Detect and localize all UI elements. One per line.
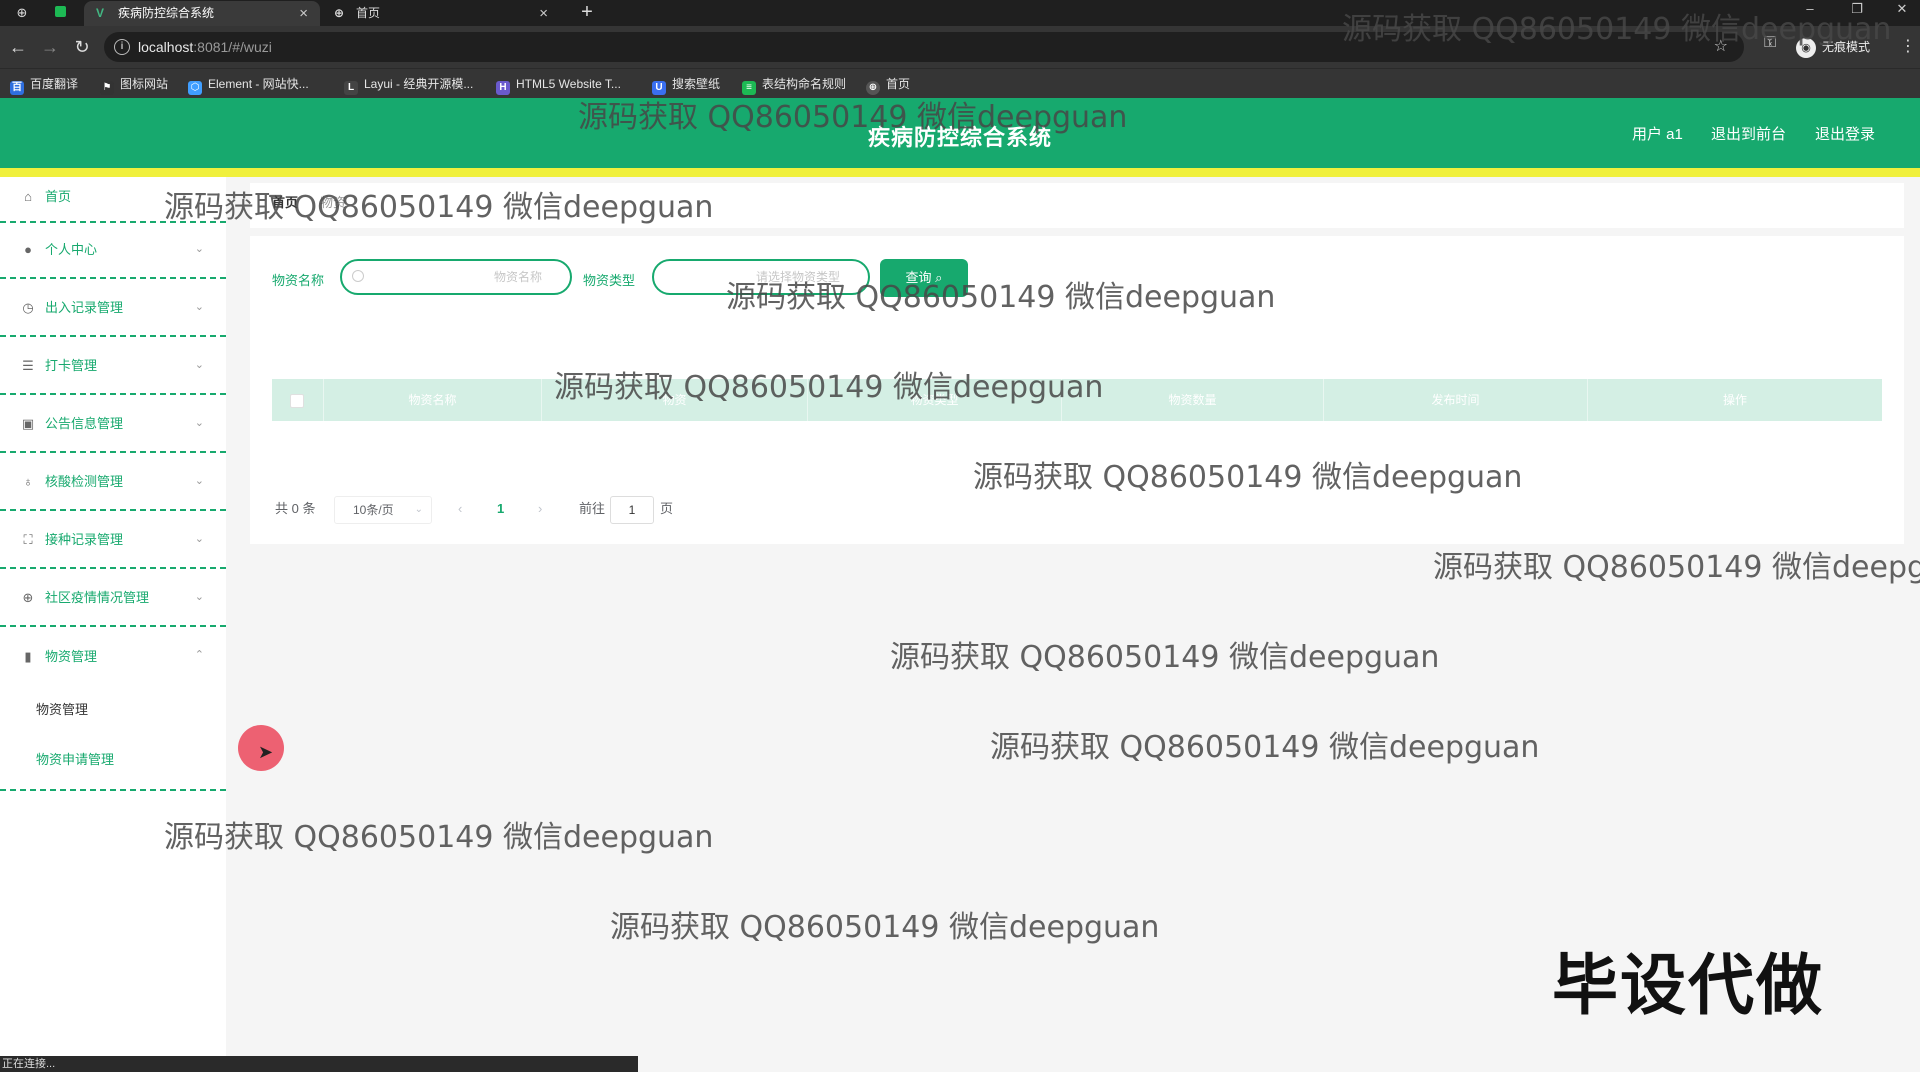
layui-icon: L <box>344 81 358 95</box>
logout-link[interactable]: 退出登录 <box>1815 123 1875 144</box>
url-text: localhost:8081/#/wuzi <box>138 39 272 55</box>
sidebar-item-supplies[interactable]: ▮ 物资管理 ⌃ 物资管理 物资申请管理 <box>0 629 226 791</box>
chevron-down-icon: ⌄ <box>194 359 204 371</box>
watermark: 源码获取 QQ86050149 微信deepguan <box>973 460 1523 495</box>
next-page-icon[interactable]: › <box>538 494 542 524</box>
bookmark-item[interactable]: 百百度翻译 <box>10 69 78 99</box>
sidebar: ⌂ 首页 ● 个人中心 ⌄ ◷ 出入记录管理 ⌄ ☰ 打卡管理 ⌄ ▣ 公告信息… <box>0 177 226 1072</box>
bookmark-item[interactable]: ⬡ Element - 网站快... <box>188 69 309 99</box>
tab-home[interactable]: ⊕ 首页 × <box>322 1 560 26</box>
chevron-down-icon: ⌄ <box>194 243 204 255</box>
home-icon: ⌂ <box>24 189 32 204</box>
bookmark-item[interactable]: L Layui - 经典开源模... <box>344 69 473 99</box>
globe-icon: ⊕ <box>22 590 34 605</box>
name-search-input[interactable]: 物资名称 <box>340 259 572 295</box>
name-label: 物资名称 <box>272 273 325 288</box>
mouse-cursor-icon: ➤ <box>258 742 274 762</box>
goto-label: 前往 <box>579 501 606 516</box>
promo-banner: 毕设代做 <box>1552 948 1824 1022</box>
search-icon <box>352 270 364 282</box>
browser-icon[interactable]: ⊕ <box>12 3 32 23</box>
watermark: 源码获取 QQ86050149 微信deepguan <box>1342 12 1892 47</box>
submenu-supply-requests[interactable]: 物资申请管理 <box>36 749 114 768</box>
sidebar-item-notices[interactable]: ▣ 公告信息管理 ⌄ <box>0 397 226 453</box>
microphone-icon: ♁ <box>23 474 33 489</box>
new-tab-button[interactable]: + <box>575 0 599 26</box>
column-header: 物资名称 <box>324 379 542 421</box>
goto-page-input[interactable]: 1 <box>610 496 654 524</box>
watermark: 源码获取 QQ86050149 微信deepguan <box>990 730 1540 765</box>
translate-icon: 百 <box>10 81 24 95</box>
column-header: 发布时间 <box>1324 379 1588 421</box>
chevron-down-icon: ⌄ <box>414 504 423 515</box>
current-user[interactable]: 用户 a1 <box>1632 123 1683 144</box>
watermark: 源码获取 QQ86050149 微信deepguan <box>610 910 1160 945</box>
sidebar-item-nucleic-test[interactable]: ♁ 核酸检测管理 ⌄ <box>0 455 226 511</box>
close-tab-icon[interactable]: × <box>539 1 548 26</box>
select-all-checkbox[interactable] <box>290 394 304 408</box>
current-page[interactable]: 1 <box>497 494 504 524</box>
element-icon: ⬡ <box>188 81 202 95</box>
info-icon[interactable]: i <box>114 39 130 55</box>
watermark: 源码获取 QQ86050149 微信deepguan <box>890 640 1440 675</box>
watermark: 源码获取 QQ86050149 微信deepguan <box>554 370 1104 405</box>
type-label: 物资类型 <box>583 273 636 288</box>
chevron-down-icon: ⌄ <box>194 591 204 603</box>
header-accent-bar <box>0 168 1920 177</box>
sidebar-item-checkin[interactable]: ☰ 打卡管理 ⌄ <box>0 339 226 395</box>
page-unit-label: 页 <box>660 501 674 516</box>
chevron-down-icon: ⌄ <box>194 417 204 429</box>
prev-page-icon[interactable]: ‹ <box>458 494 462 524</box>
tab-title: 首页 <box>356 6 381 20</box>
watermark: 源码获取 QQ86050149 微信deepguan <box>164 190 714 225</box>
flag-icon: ⚑ <box>100 81 114 95</box>
chevron-down-icon: ⌄ <box>194 301 204 313</box>
sidebar-item-profile[interactable]: ● 个人中心 ⌄ <box>0 223 226 279</box>
sidebar-item-access-records[interactable]: ◷ 出入记录管理 ⌄ <box>0 281 226 337</box>
clock-icon: ◷ <box>22 300 34 315</box>
submenu-supplies[interactable]: 物资管理 <box>36 699 88 718</box>
page-size-select[interactable]: 10条/页 ⌄ <box>334 496 432 524</box>
tab-system[interactable]: V 疾病防控综合系统 × <box>84 1 320 26</box>
sidebar-item-community[interactable]: ⊕ 社区疫情情况管理 ⌄ <box>0 571 226 627</box>
chevron-down-icon: ⌄ <box>194 475 204 487</box>
list-icon: ☰ <box>22 358 34 373</box>
html5-icon: H <box>496 81 510 95</box>
reload-icon[interactable]: ↻ <box>70 35 94 59</box>
select-all-cell <box>272 379 324 421</box>
chart-icon: ▮ <box>24 649 32 664</box>
user-icon: ● <box>24 242 32 257</box>
vue-icon: V <box>96 6 105 20</box>
pagination-total: 共 0 条 <box>275 501 316 516</box>
column-header: 操作 <box>1722 393 1747 407</box>
bookmark-item[interactable]: ⚑ 图标网站 <box>100 69 168 99</box>
exit-to-front-link[interactable]: 退出到前台 <box>1711 123 1786 144</box>
browser-status-bar: 正在连接... <box>0 1056 638 1072</box>
watermark: 源码获取 QQ86050149 微信deepguan <box>726 280 1276 315</box>
tab-title: 疾病防控综合系统 <box>118 6 215 20</box>
close-window-icon[interactable]: ✕ <box>1887 0 1917 20</box>
browser-menu-icon[interactable]: ⋮ <box>1900 36 1916 56</box>
clipboard-icon: ▣ <box>21 416 35 431</box>
watermark: 源码获取 QQ86050149 微信deepguan <box>164 820 714 855</box>
chevron-down-icon: ⌄ <box>194 533 204 545</box>
sidebar-item-vaccination[interactable]: ⛶ 接种记录管理 ⌄ <box>0 513 226 569</box>
tab-group-icon[interactable] <box>50 3 70 23</box>
chevron-up-icon: ⌃ <box>194 649 204 661</box>
close-tab-icon[interactable]: × <box>299 1 308 26</box>
forward-icon[interactable]: → <box>38 35 62 59</box>
watermark: 源码获取 QQ86050149 微信deepguan <box>578 100 1128 135</box>
back-icon[interactable]: ← <box>6 35 30 59</box>
watermark: 源码获取 QQ86050149 微信deepgu <box>1433 550 1920 585</box>
fullscreen-icon: ⛶ <box>23 532 33 547</box>
globe-icon: ⊕ <box>334 6 345 20</box>
